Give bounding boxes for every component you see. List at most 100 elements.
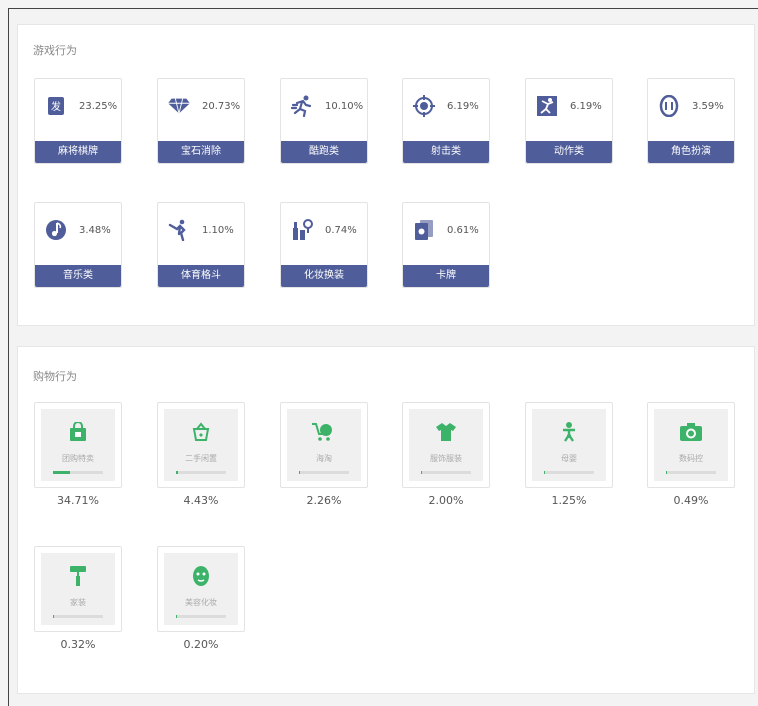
card-inner: 海淘 <box>287 409 361 481</box>
game-category-label: 化妆换装 <box>281 265 367 287</box>
game-category-card[interactable]: 1.10% 体育格斗 <box>157 202 245 288</box>
shopping-category-card[interactable]: 团购特卖 <box>34 402 122 488</box>
card-inner: 美容化妆 <box>164 553 238 625</box>
game-category-percent: 6.19% <box>570 101 602 112</box>
martial-arts-icon <box>168 219 190 241</box>
progress-fill <box>421 471 422 474</box>
game-category-percent: 10.10% <box>325 101 364 112</box>
game-category-card[interactable]: 6.19% 动作类 <box>525 78 613 164</box>
game-category-percent: 0.61% <box>447 225 479 236</box>
progress-track <box>53 615 103 618</box>
shopping-category-label: 美容化妆 <box>185 598 217 607</box>
globe-cart-icon <box>287 421 361 443</box>
game-section-title: 游戏行为 <box>33 44 77 57</box>
game-category-label: 宝石消除 <box>158 141 244 163</box>
progress-track <box>421 471 471 474</box>
shopping-category-card[interactable]: 二手闲置 <box>157 402 245 488</box>
music-note-icon <box>45 219 67 241</box>
shopping-category-card[interactable]: 母婴 <box>525 402 613 488</box>
card-inner: 数码控 <box>654 409 728 481</box>
card-inner: 团购特卖 <box>41 409 115 481</box>
shopping-category-percent: 4.43% <box>183 494 219 507</box>
progress-track <box>176 615 226 618</box>
running-man-icon <box>291 95 313 117</box>
progress-track <box>299 471 349 474</box>
shop-section-title: 购物行为 <box>33 370 77 383</box>
card-inner: 二手闲置 <box>164 409 238 481</box>
progress-track <box>544 471 594 474</box>
baby-icon <box>532 421 606 443</box>
progress-track <box>176 471 226 474</box>
svg-text:发: 发 <box>51 100 61 113</box>
shopping-category-label: 团购特卖 <box>62 454 94 463</box>
game-category-card[interactable]: 10.10% 酷跑类 <box>280 78 368 164</box>
game-category-card[interactable]: 3.48% 音乐类 <box>34 202 122 288</box>
shopping-category-card[interactable]: 家装 <box>34 546 122 632</box>
shopping-category-label: 服饰服装 <box>430 454 462 463</box>
shopping-category-label: 海淘 <box>316 454 332 463</box>
game-category-percent: 3.48% <box>79 225 111 236</box>
shopping-behavior-panel <box>17 346 755 694</box>
tshirt-icon <box>409 421 483 443</box>
game-category-card[interactable]: 20.73% 宝石消除 <box>157 78 245 164</box>
game-category-card[interactable]: 3.59% 角色扮演 <box>647 78 735 164</box>
shopping-category-label: 数码控 <box>679 454 703 463</box>
game-category-card[interactable]: 0.74% 化妆换装 <box>280 202 368 288</box>
progress-fill <box>299 471 301 474</box>
game-category-label: 角色扮演 <box>648 141 734 163</box>
shopping-category-card[interactable]: 美容化妆 <box>157 546 245 632</box>
mask-face-icon <box>658 95 680 117</box>
game-category-card[interactable]: 发 23.25% 麻将棋牌 <box>34 78 122 164</box>
game-category-card[interactable]: 6.19% 射击类 <box>402 78 490 164</box>
shopping-category-label: 二手闲置 <box>185 454 217 463</box>
shopping-category-percent: 34.71% <box>57 494 99 507</box>
game-category-label: 酷跑类 <box>281 141 367 163</box>
game-category-percent: 3.59% <box>692 101 724 112</box>
progress-fill <box>53 471 71 474</box>
shopping-category-label: 家装 <box>70 598 86 607</box>
crosshair-target-icon <box>413 95 435 117</box>
card-inner: 家装 <box>41 553 115 625</box>
progress-fill <box>544 471 545 474</box>
makeup-icon <box>291 219 313 241</box>
game-category-label: 卡牌 <box>403 265 489 287</box>
card-inner: 服饰服装 <box>409 409 483 481</box>
action-figure-icon <box>536 95 558 117</box>
game-category-label: 射击类 <box>403 141 489 163</box>
playing-cards-icon <box>413 219 435 241</box>
shopping-category-percent: 0.32% <box>60 638 96 651</box>
card-inner: 母婴 <box>532 409 606 481</box>
camera-icon <box>654 421 728 443</box>
game-category-percent: 1.10% <box>202 225 234 236</box>
progress-fill <box>666 471 667 474</box>
game-category-label: 体育格斗 <box>158 265 244 287</box>
shopping-category-percent: 1.25% <box>551 494 587 507</box>
game-category-percent: 20.73% <box>202 101 241 112</box>
shopping-category-percent: 0.20% <box>183 638 219 651</box>
paint-roller-icon <box>41 565 115 587</box>
game-category-percent: 23.25% <box>79 101 118 112</box>
shopping-category-percent: 2.26% <box>306 494 342 507</box>
progress-fill <box>53 615 54 618</box>
shopping-bag-icon <box>41 421 115 443</box>
shopping-category-card[interactable]: 数码控 <box>647 402 735 488</box>
game-category-card[interactable]: 0.61% 卡牌 <box>402 202 490 288</box>
game-category-percent: 0.74% <box>325 225 357 236</box>
progress-track <box>53 471 103 474</box>
game-category-label: 麻将棋牌 <box>35 141 121 163</box>
game-category-label: 音乐类 <box>35 265 121 287</box>
shopping-category-card[interactable]: 海淘 <box>280 402 368 488</box>
game-category-label: 动作类 <box>526 141 612 163</box>
basket-icon <box>164 421 238 443</box>
game-category-percent: 6.19% <box>447 101 479 112</box>
shopping-category-percent: 2.00% <box>428 494 464 507</box>
shopping-category-label: 母婴 <box>561 454 577 463</box>
progress-fill <box>176 471 179 474</box>
mahjong-tile-icon: 发 <box>45 95 67 117</box>
progress-fill <box>176 615 177 618</box>
shopping-category-card[interactable]: 服饰服装 <box>402 402 490 488</box>
game-behavior-panel <box>17 24 755 326</box>
diamond-icon <box>168 95 190 117</box>
progress-track <box>666 471 716 474</box>
shopping-category-percent: 0.49% <box>673 494 709 507</box>
